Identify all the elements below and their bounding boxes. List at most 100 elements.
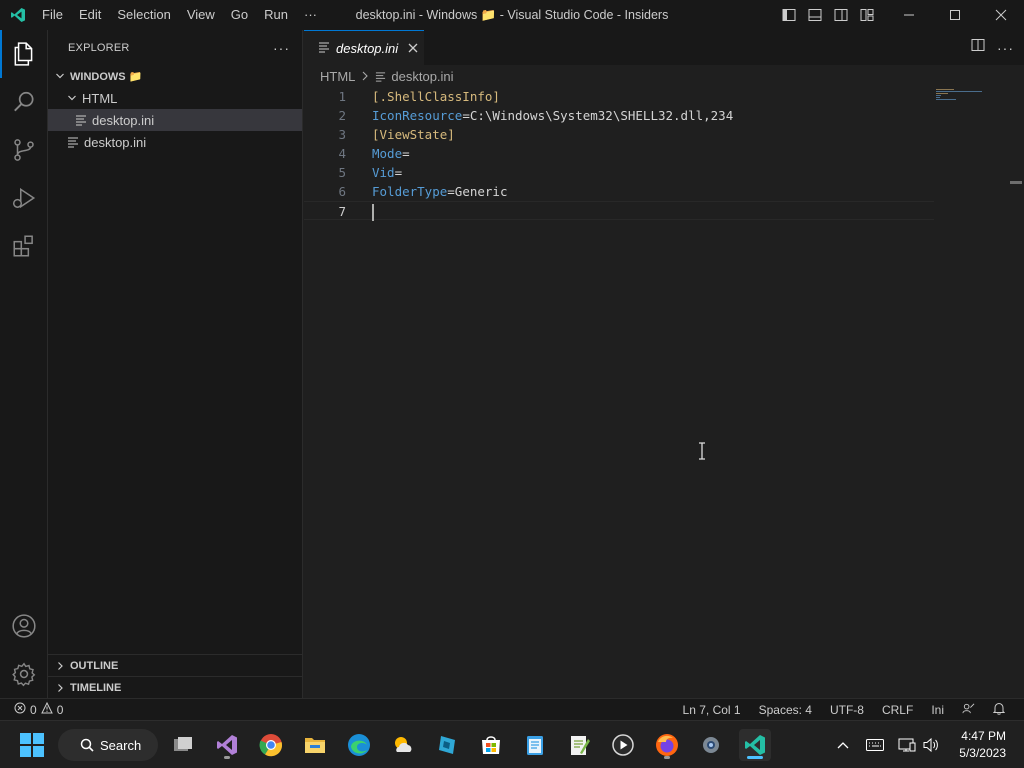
- chevron-down-icon: [64, 93, 80, 103]
- network-icon[interactable]: [896, 721, 918, 768]
- chevron-right-icon: [52, 683, 68, 693]
- notifications-bell-icon[interactable]: [984, 702, 1014, 718]
- extensions-icon[interactable]: [0, 222, 48, 270]
- breadcrumb-folder[interactable]: HTML: [320, 69, 355, 84]
- file-html-desktop-ini[interactable]: desktop.ini: [48, 109, 302, 131]
- minimap[interactable]: [936, 87, 991, 117]
- status-bar: 0 0 Ln 7, Col 1 Spaces: 4 UTF-8 CRLF Ini: [0, 698, 1024, 720]
- line-number: 6: [338, 184, 346, 199]
- source-control-icon[interactable]: [0, 126, 48, 174]
- encoding-status[interactable]: UTF-8: [821, 703, 873, 717]
- close-window-button[interactable]: [978, 0, 1024, 30]
- chrome-icon[interactable]: [255, 729, 287, 761]
- line-number: 7: [338, 204, 346, 219]
- eol-status[interactable]: CRLF: [873, 703, 922, 717]
- search-icon[interactable]: [0, 78, 48, 126]
- indentation-status[interactable]: Spaces: 4: [750, 703, 821, 717]
- cursor-position-status[interactable]: Ln 7, Col 1: [674, 703, 750, 717]
- folder-html[interactable]: HTML: [48, 87, 302, 109]
- maximize-button[interactable]: [932, 0, 978, 30]
- store-icon[interactable]: [475, 729, 507, 761]
- ini-value-token: =Generic: [447, 184, 508, 199]
- visual-studio-icon[interactable]: [211, 729, 243, 761]
- weather-icon[interactable]: [387, 729, 419, 761]
- ini-section-token: [.ShellClassInfo]: [372, 89, 500, 104]
- ini-key-token: FolderType: [372, 184, 448, 199]
- settings-gear-icon[interactable]: [0, 650, 48, 698]
- edge-icon[interactable]: [343, 729, 375, 761]
- notepad-plus-icon[interactable]: [563, 729, 595, 761]
- account-icon[interactable]: [0, 602, 48, 650]
- close-tab-icon[interactable]: [408, 41, 418, 56]
- breadcrumb-file[interactable]: desktop.ini: [391, 69, 453, 84]
- line-number: 1: [338, 89, 346, 104]
- menu-view[interactable]: View: [179, 0, 223, 30]
- task-view-icon[interactable]: [167, 729, 199, 761]
- toggle-panel-icon[interactable]: [802, 0, 828, 30]
- outline-label: OUTLINE: [70, 659, 119, 672]
- settings-file-icon: [375, 71, 386, 82]
- tab-desktop-ini[interactable]: desktop.ini: [304, 30, 424, 65]
- outline-section[interactable]: OUTLINE: [48, 654, 302, 676]
- menu-selection[interactable]: Selection: [109, 0, 178, 30]
- firefox-icon[interactable]: [651, 729, 683, 761]
- problems-indicator[interactable]: 0 0: [0, 701, 64, 717]
- file-explorer-icon[interactable]: [299, 729, 331, 761]
- taskbar-clock[interactable]: 4:47 PM 5/3/2023: [959, 728, 1006, 762]
- keyboard-icon[interactable]: [864, 721, 886, 768]
- timeline-section[interactable]: TIMELINE: [48, 676, 302, 698]
- windows-start-icon[interactable]: [20, 733, 44, 762]
- menu-file[interactable]: File: [36, 0, 71, 30]
- feedback-icon[interactable]: [953, 702, 984, 718]
- activity-bar: [0, 30, 48, 698]
- line-content: FolderType=Generic: [372, 182, 507, 201]
- app-icon[interactable]: [431, 729, 463, 761]
- ini-key-token: IconResource: [372, 108, 463, 123]
- warning-count: 0: [56, 702, 64, 717]
- toggle-secondary-sidebar-icon[interactable]: [828, 0, 854, 30]
- ini-key-token: Mode: [372, 146, 403, 161]
- toggle-primary-sidebar-icon[interactable]: [776, 0, 802, 30]
- minimize-button[interactable]: [886, 0, 932, 30]
- title-controls: [776, 0, 1024, 30]
- run-debug-icon[interactable]: [0, 174, 48, 222]
- file-desktop-ini[interactable]: desktop.ini: [48, 131, 302, 153]
- editor-actions: ···: [971, 30, 1014, 65]
- code-line[interactable]: 1 [.ShellClassInfo]: [304, 87, 934, 106]
- timeline-label: TIMELINE: [70, 681, 122, 694]
- code-line[interactable]: 4 Mode=: [304, 144, 934, 163]
- code-line[interactable]: 5 Vid=: [304, 163, 934, 182]
- code-line[interactable]: 3 [ViewState]: [304, 125, 934, 144]
- line-content: Vid=: [372, 163, 402, 182]
- customize-layout-icon[interactable]: [854, 0, 880, 30]
- menu-go[interactable]: Go: [223, 0, 256, 30]
- volume-icon[interactable]: [920, 721, 942, 768]
- text-caret: [372, 204, 374, 221]
- menu-edit[interactable]: Edit: [71, 0, 109, 30]
- editor-more-button[interactable]: ···: [997, 40, 1014, 56]
- taskbar-search-box[interactable]: Search: [58, 729, 158, 761]
- code-line[interactable]: 6 FolderType=Generic: [304, 182, 934, 201]
- show-hidden-icons-chevron-up-icon[interactable]: [830, 721, 856, 768]
- explorer-files-icon[interactable]: [0, 30, 48, 78]
- media-player-icon[interactable]: [607, 729, 639, 761]
- ini-value-token: =C:\Windows\System32\SHELL32.dll,234: [462, 108, 734, 123]
- ini-section-token: [ViewState]: [372, 127, 455, 142]
- error-count: 0: [30, 702, 37, 717]
- code-line[interactable]: 7: [304, 201, 934, 221]
- clock-date: 5/3/2023: [959, 746, 1006, 760]
- workspace-root-folder[interactable]: WINDOWS 📁: [48, 65, 302, 87]
- vscode-insiders-logo-icon: [0, 0, 36, 30]
- settings-icon[interactable]: [695, 729, 727, 761]
- language-mode-status[interactable]: Ini: [922, 703, 953, 717]
- line-number: 5: [338, 165, 346, 180]
- code-line[interactable]: 2 IconResource=C:\Windows\System32\SHELL3…: [304, 106, 934, 125]
- menu-run[interactable]: Run: [256, 0, 296, 30]
- explorer-more-button[interactable]: ···: [273, 40, 290, 56]
- split-editor-icon[interactable]: [971, 38, 985, 57]
- clock-time: 4:47 PM: [961, 729, 1006, 743]
- editor-area: desktop.ini ··· HTML desktop.ini 1 [.Shel…: [304, 30, 1024, 698]
- vscode-insiders-icon[interactable]: [739, 729, 771, 761]
- notepad-icon[interactable]: [519, 729, 551, 761]
- code-editor[interactable]: 1 [.ShellClassInfo] 2 IconResource=C:\Windo…: [304, 87, 934, 221]
